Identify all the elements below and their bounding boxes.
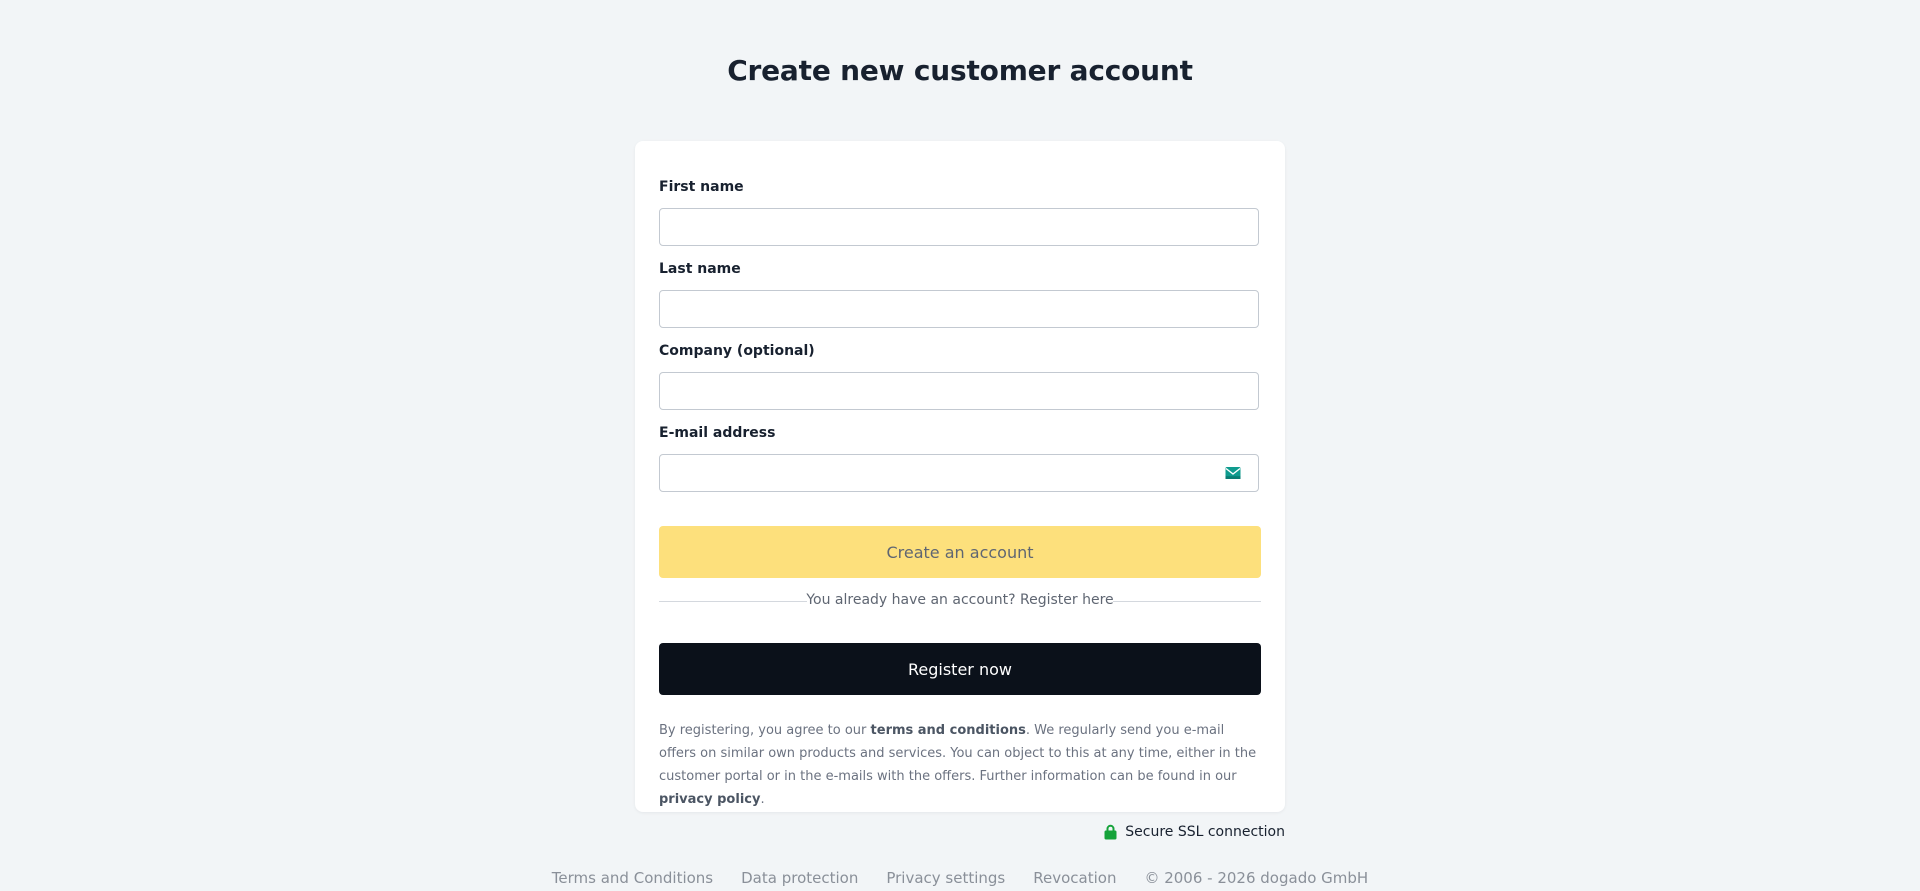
registration-card: First name Last name Company (optional) … — [635, 141, 1285, 812]
first-name-input[interactable] — [659, 208, 1259, 246]
terms-link[interactable]: terms and conditions — [871, 723, 1026, 738]
page-title: Create new customer account — [727, 54, 1193, 87]
email-label: E-mail address — [659, 425, 776, 441]
privacy-policy-link[interactable]: privacy policy — [659, 792, 760, 807]
create-account-button[interactable]: Create an account — [659, 526, 1261, 578]
footer-privacy-settings-link[interactable]: Privacy settings — [886, 869, 1005, 887]
footer-revocation-link[interactable]: Revocation — [1033, 869, 1116, 887]
first-name-label: First name — [659, 179, 744, 195]
lock-icon — [1104, 824, 1117, 840]
footer-data-protection-link[interactable]: Data protection — [741, 869, 858, 887]
legal-text-3: . — [760, 792, 765, 807]
login-prompt: You already have an account? Register he… — [806, 592, 1114, 608]
email-icon — [1225, 467, 1241, 479]
legal-notice: By registering, you agree to our terms a… — [659, 719, 1261, 811]
login-divider: You already have an account? Register he… — [659, 591, 1261, 611]
footer-terms-link[interactable]: Terms and Conditions — [552, 869, 713, 887]
last-name-label: Last name — [659, 261, 741, 277]
company-label: Company (optional) — [659, 343, 815, 359]
email-input[interactable] — [659, 454, 1259, 492]
legal-text-1: By registering, you agree to our — [659, 723, 871, 738]
last-name-input[interactable] — [659, 290, 1259, 328]
ssl-indicator: Secure SSL connection — [1104, 822, 1285, 842]
divider-line-right — [1113, 601, 1261, 602]
copyright: © 2006 - 2026 dogado GmbH — [1144, 869, 1369, 887]
register-now-button[interactable]: Register now — [659, 643, 1261, 695]
footer: Terms and Conditions Data protection Pri… — [0, 869, 1920, 887]
company-input[interactable] — [659, 372, 1259, 410]
ssl-label: Secure SSL connection — [1125, 824, 1285, 840]
